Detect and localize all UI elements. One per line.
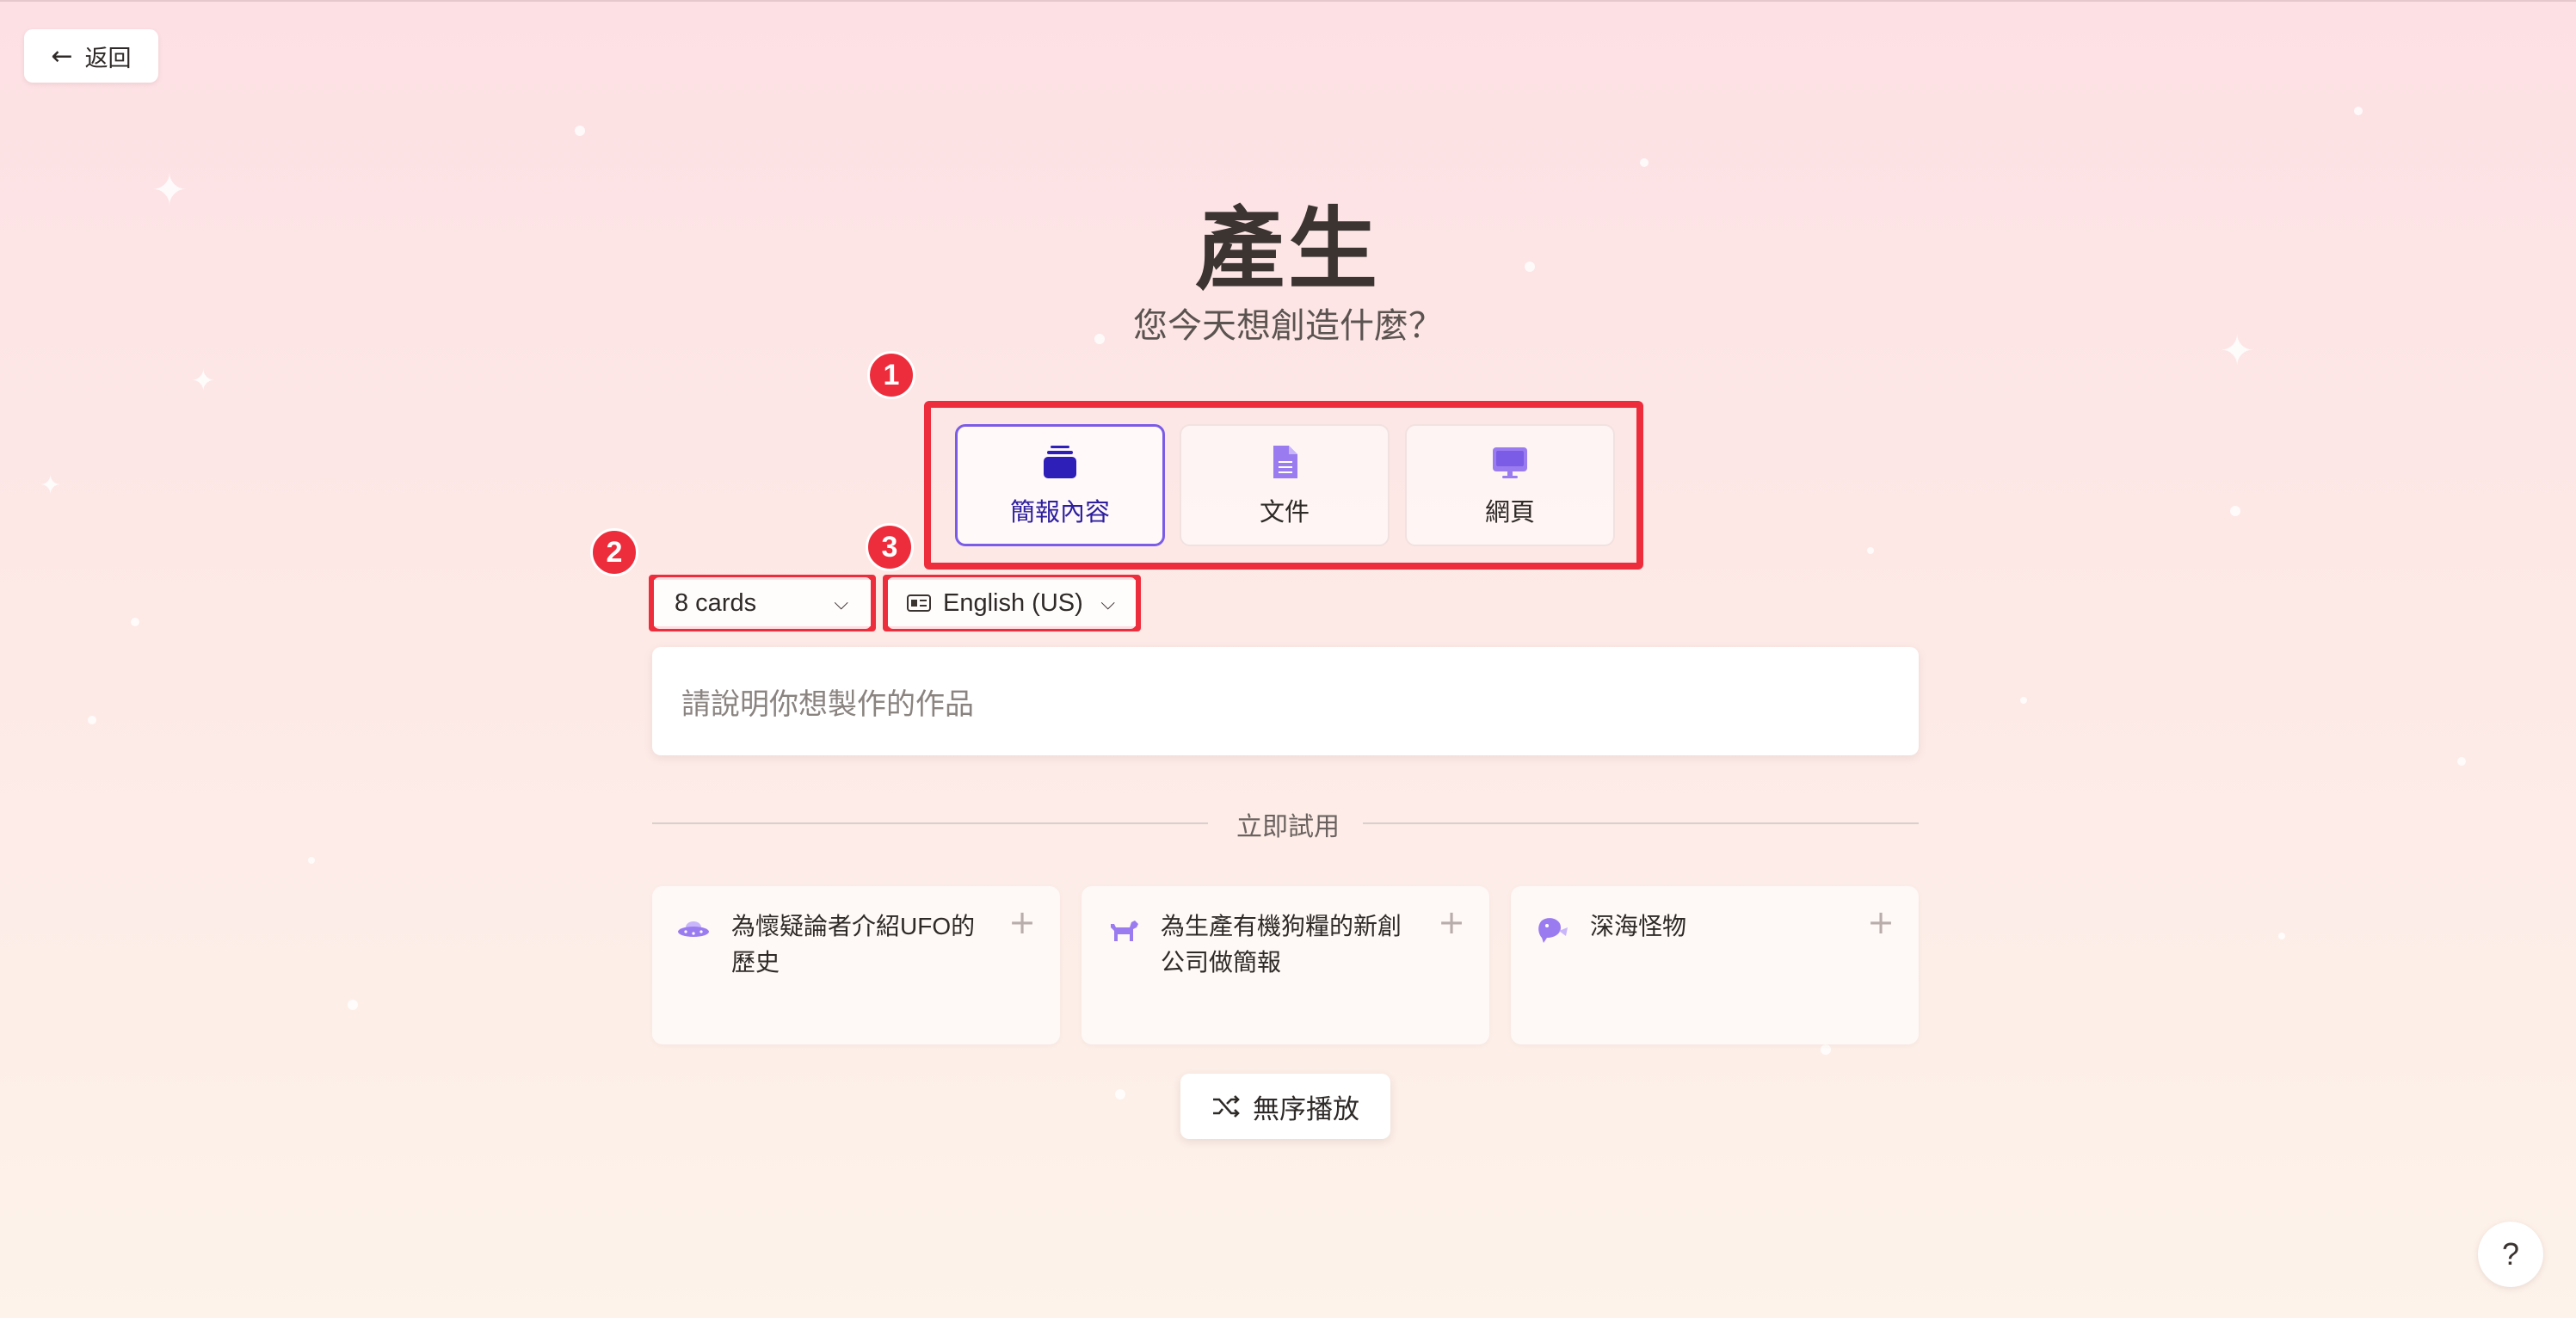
sparkle-dot — [1867, 547, 1874, 554]
type-card-label: 文件 — [1259, 499, 1310, 527]
language-icon — [907, 594, 931, 612]
sparkle-icon: ✦ — [40, 471, 62, 501]
suggestion-text: 為懷疑論者介紹UFO的歷史 — [731, 913, 976, 976]
prompt-placeholder: 請說明你想製作的作品 — [681, 687, 974, 721]
arrow-left-icon: ← — [51, 40, 73, 71]
type-card-presentation[interactable]: 簡報內容 — [955, 424, 1165, 546]
chevron-down-icon: ⌵ — [1100, 592, 1115, 614]
page-subtitle: 您今天想創造什麼？ — [1133, 307, 1443, 345]
page-title: 產生 — [1194, 200, 1381, 300]
sparkle-dot — [88, 716, 96, 724]
presentation-icon — [1044, 446, 1076, 478]
annotation-badge-2: 2 — [590, 528, 638, 576]
sparkle-dot — [2020, 697, 2027, 704]
suggestion-text: 深海怪物 — [1590, 913, 1687, 939]
language-value: English (US) — [943, 588, 1083, 617]
annotation-badge-1: 1 — [867, 351, 915, 399]
prompt-input[interactable]: 請說明你想製作的作品 — [652, 647, 1919, 755]
try-now-label: 立即試用 — [1236, 813, 1340, 841]
shuffle-label: 無序播放 — [1253, 1093, 1359, 1124]
type-card-label: 簡報內容 — [1009, 499, 1110, 527]
type-card-document[interactable]: 文件 — [1180, 424, 1390, 546]
sparkle-dot — [1115, 1089, 1125, 1099]
suggestion-text: 為生產有機狗糧的新創公司做簡報 — [1161, 913, 1402, 976]
sparkle-dot — [1640, 158, 1649, 167]
plus-icon[interactable]: + — [1438, 903, 1465, 941]
window-top-border — [0, 0, 2576, 2]
sparkle-dot — [348, 1000, 358, 1010]
suggestion-card[interactable]: 為懷疑論者介紹UFO的歷史 + — [652, 886, 1060, 1044]
sparkle-dot — [2457, 757, 2466, 766]
sparkle-dot — [131, 618, 139, 626]
ufo-icon — [678, 921, 709, 937]
sparkle-dot — [2278, 933, 2285, 939]
annotation-badge-3: 3 — [866, 523, 914, 571]
plus-icon[interactable]: + — [1008, 903, 1036, 941]
sparkle-dot — [2354, 107, 2363, 115]
sea-monster-icon — [1538, 918, 1568, 943]
help-button[interactable]: ? — [2478, 1222, 2543, 1287]
sparkle-dot — [308, 857, 315, 864]
type-card-label: 網頁 — [1484, 499, 1535, 527]
webpage-icon — [1493, 447, 1527, 478]
document-icon — [1273, 446, 1297, 478]
suggestion-card[interactable]: 為生產有機狗糧的新創公司做簡報 + — [1082, 886, 1489, 1044]
sparkle-icon: ✦ — [191, 364, 216, 398]
plus-icon[interactable]: + — [1867, 903, 1895, 941]
dog-icon — [1111, 921, 1138, 941]
suggestion-card[interactable]: 深海怪物 + — [1511, 886, 1919, 1044]
back-label: 返回 — [84, 45, 132, 71]
card-count-value: 8 cards — [675, 588, 757, 617]
language-select[interactable]: English (US) ⌵ — [888, 577, 1136, 629]
card-count-select[interactable]: 8 cards ⌵ — [654, 577, 871, 629]
chevron-down-icon: ⌵ — [834, 592, 848, 614]
back-button[interactable]: ← 返回 — [24, 29, 158, 83]
sparkle-dot — [1821, 1044, 1831, 1055]
type-card-webpage[interactable]: 網頁 — [1405, 424, 1615, 546]
sparkle-dot — [2230, 506, 2240, 516]
sparkle-dot — [575, 126, 585, 136]
shuffle-button[interactable]: 無序播放 — [1180, 1074, 1390, 1139]
shuffle-icon — [1213, 1095, 1240, 1118]
